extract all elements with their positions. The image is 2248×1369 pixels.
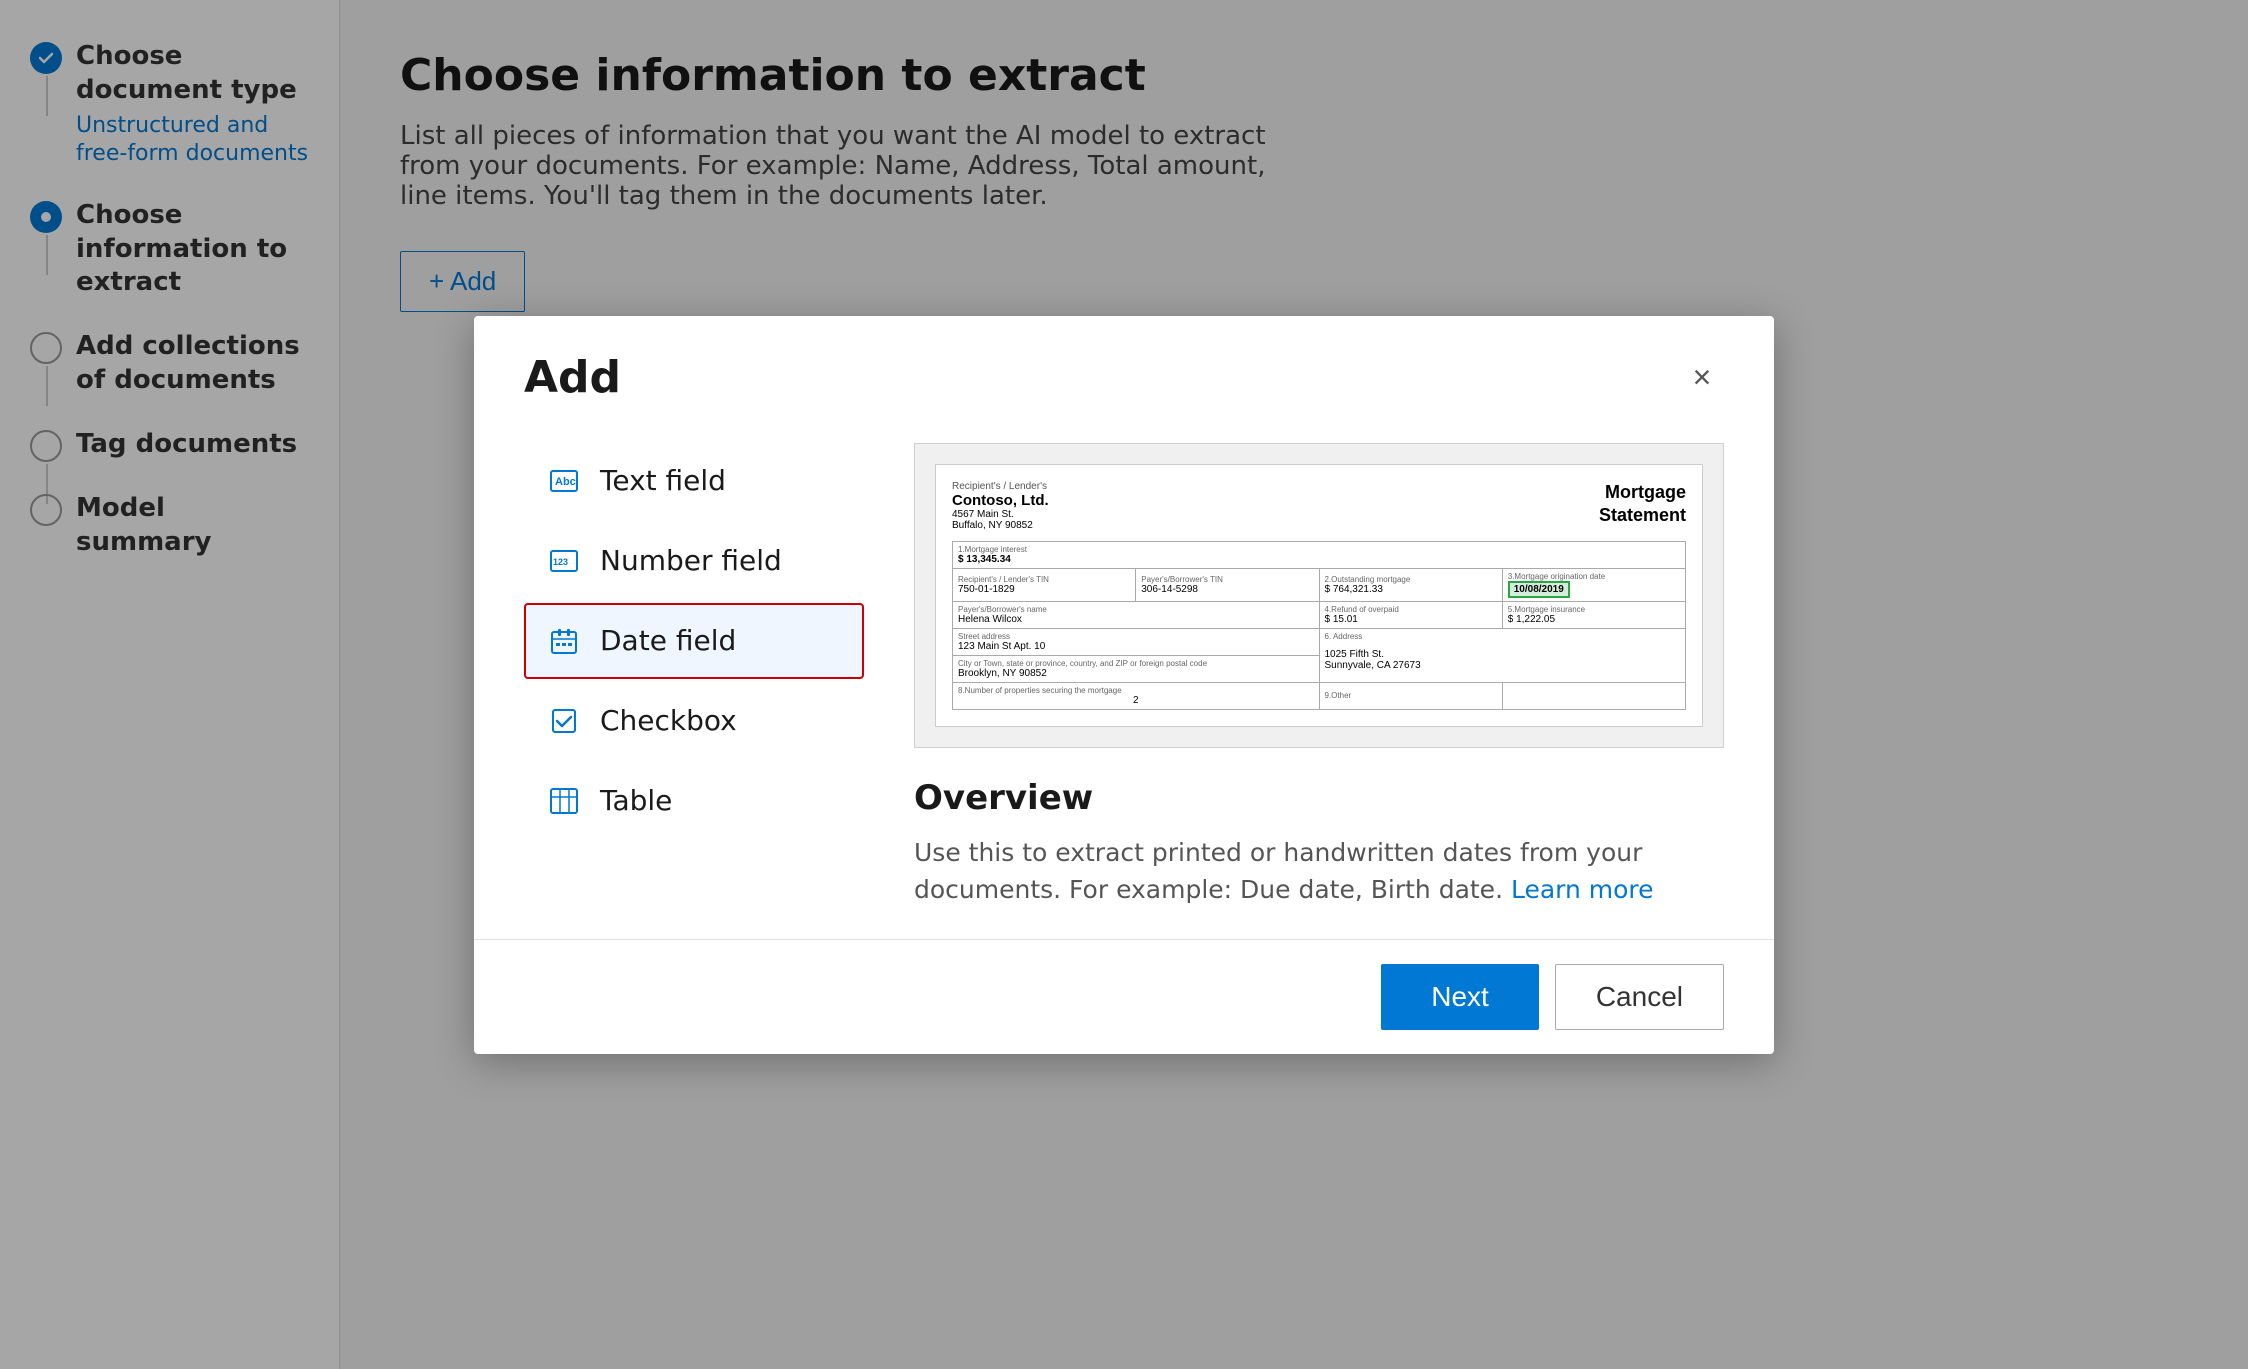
properties-label: 8.Number of properties securing the mort… <box>958 686 1314 695</box>
tin-value: 750-01-1829 <box>958 584 1130 595</box>
mortgage-title: Mortgage Statement <box>1599 481 1686 531</box>
dialog-title: Add <box>524 352 621 403</box>
text-field-icon: Abc <box>546 463 582 499</box>
outstanding-label: 2.Outstanding mortgage <box>1325 575 1497 584</box>
mortgage-interest-value: $ 13,345.34 <box>958 554 1680 565</box>
borrower-name-label: Payer's/Borrower's name <box>958 605 1314 614</box>
date-field-label: Date field <box>600 624 736 657</box>
cancel-button[interactable]: Cancel <box>1555 964 1724 1030</box>
insurance-value: $ 1,222.05 <box>1508 614 1680 625</box>
modal-overlay: Add × Abc Text field <box>0 0 2248 1369</box>
next-button[interactable]: Next <box>1381 964 1539 1030</box>
checkbox-icon <box>546 703 582 739</box>
street-label: Street address <box>958 632 1314 641</box>
field-option-date[interactable]: Date field <box>524 603 864 679</box>
svg-text:123: 123 <box>553 557 568 567</box>
address6-label: 6. Address <box>1325 632 1681 641</box>
number-field-label: Number field <box>600 544 782 577</box>
checkbox-label: Checkbox <box>600 704 737 737</box>
field-preview-panel: Recipient's / Lender's Contoso, Ltd. 456… <box>914 443 1724 909</box>
close-button[interactable]: × <box>1680 355 1724 399</box>
address6-value1: 1025 Fifth St. <box>1325 649 1681 660</box>
dialog-header: Add × <box>474 316 1774 423</box>
overview-section: Overview Use this to extract printed or … <box>914 778 1724 909</box>
table-label: Table <box>600 784 672 817</box>
tin-label: Recipient's / Lender's TIN <box>958 575 1130 584</box>
borrower-tin-label: Payer's/Borrower's TIN <box>1141 575 1313 584</box>
outstanding-value: $ 764,321.33 <box>1325 584 1497 595</box>
address6-value2: Sunnyvale, CA 27673 <box>1325 660 1681 671</box>
document-preview: Recipient's / Lender's Contoso, Ltd. 456… <box>914 443 1724 748</box>
refund-label: 4.Refund of overpaid <box>1325 605 1497 614</box>
mortgage-interest-label: 1.Mortgage interest <box>958 545 1680 554</box>
insurance-label: 5.Mortgage insurance <box>1508 605 1680 614</box>
table-icon <box>546 783 582 819</box>
overview-description: Use this to extract printed or handwritt… <box>914 834 1724 909</box>
number-field-icon: 123 <box>546 543 582 579</box>
field-option-text[interactable]: Abc Text field <box>524 443 864 519</box>
other-label: 9.Other <box>1325 691 1497 700</box>
field-option-number[interactable]: 123 Number field <box>524 523 864 599</box>
borrower-tin-value: 306-14-5298 <box>1141 584 1313 595</box>
mortgage-document: Recipient's / Lender's Contoso, Ltd. 456… <box>935 464 1703 727</box>
text-field-label: Text field <box>600 464 726 497</box>
field-option-checkbox[interactable]: Checkbox <box>524 683 864 759</box>
origination-label: 3.Mortgage origination date <box>1508 572 1680 581</box>
field-options-list: Abc Text field 123 Number field <box>524 443 864 909</box>
date-field-icon <box>546 623 582 659</box>
recipient-label: Recipient's / Lender's <box>952 481 1049 492</box>
company-addr1: 4567 Main St. <box>952 509 1049 520</box>
dialog-body: Abc Text field 123 Number field <box>474 423 1774 939</box>
properties-value: 2 <box>958 695 1314 706</box>
company-addr2: Buffalo, NY 90852 <box>952 520 1049 531</box>
refund-value: $ 15.01 <box>1325 614 1497 625</box>
street-value: 123 Main St Apt. 10 <box>958 641 1314 652</box>
company-name: Contoso, Ltd. <box>952 492 1049 509</box>
add-dialog: Add × Abc Text field <box>474 316 1774 1054</box>
city-value: Brooklyn, NY 90852 <box>958 668 1314 679</box>
city-label: City or Town, state or province, country… <box>958 659 1314 668</box>
origination-value: 10/08/2019 <box>1508 581 1570 598</box>
borrower-name: Helena Wilcox <box>958 614 1314 625</box>
dialog-footer: Next Cancel <box>474 939 1774 1054</box>
field-option-table[interactable]: Table <box>524 763 864 839</box>
svg-text:Abc: Abc <box>555 476 576 488</box>
overview-title: Overview <box>914 778 1724 818</box>
learn-more-link[interactable]: Learn more <box>1511 875 1654 904</box>
